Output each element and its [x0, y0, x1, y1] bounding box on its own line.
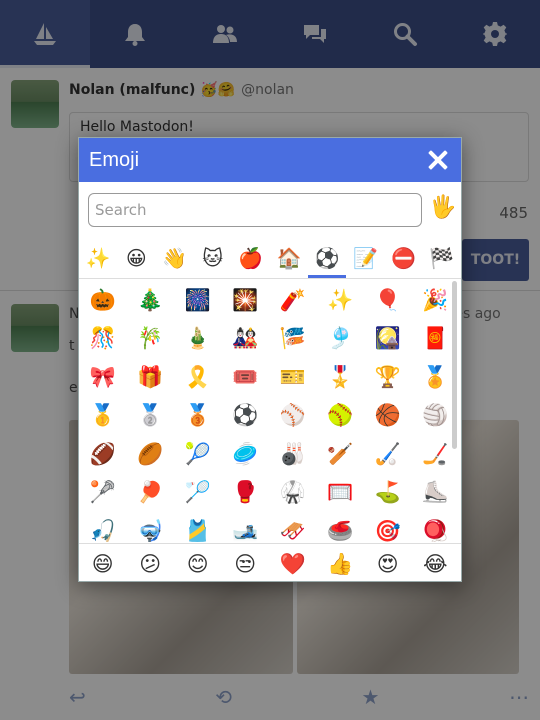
- emoji-button[interactable]: 🎟️: [222, 358, 270, 397]
- emoji-button[interactable]: 🎊: [79, 320, 127, 359]
- emoji-button[interactable]: 🥎: [317, 397, 365, 436]
- emoji-button[interactable]: ⛳: [364, 474, 412, 513]
- emoji-button[interactable]: 🏓: [127, 474, 175, 513]
- emoji-button[interactable]: 🎁: [127, 358, 175, 397]
- emoji-button[interactable]: 🎽: [174, 512, 222, 542]
- emoji-button[interactable]: 🏀: [364, 397, 412, 436]
- emoji-grid: 🎃 🎄 🎆 🎇 🧨 ✨ 🎈 🎉 🎊 🎋 🎍 🎎 🎏 🎐 🎑 🧧 🎀 🎁 🎗️ 🎟️ 🎫 🎖️ 🏆 🏅 🥇 🥈 🥉 ⚽ ⚾ 🥎 🏀 🏐 🏈 🏉 🎾 🥏 🎳…: [79, 279, 461, 542]
- emoji-button[interactable]: 🎐: [317, 320, 365, 359]
- emoji-button[interactable]: 🥋: [269, 474, 317, 513]
- emoji-button[interactable]: 🎎: [222, 320, 270, 359]
- emoji-button[interactable]: 🤿: [127, 512, 175, 542]
- emoji-button[interactable]: 🎃: [79, 281, 127, 320]
- emoji-category-tab[interactable]: ✨: [79, 238, 117, 278]
- emoji-button[interactable]: 🥉: [174, 397, 222, 436]
- emoji-picker-modal: Emoji 🖐️ ✨😀👋🐱🍎🏠⚽📝⛔🏁 🎃🎄🎆🎇🧨✨🎈🎉🎊🎋🎍🎎🎏🎐🎑🧧🎀🎁🎗️…: [78, 137, 462, 582]
- emoji-button[interactable]: 🏑: [364, 435, 412, 474]
- frequent-emoji-button[interactable]: 😂: [412, 544, 460, 584]
- frequent-emoji-button[interactable]: ❤️: [269, 544, 317, 584]
- emoji-button[interactable]: 🎍: [174, 320, 222, 359]
- emoji-button[interactable]: 🏸: [174, 474, 222, 513]
- emoji-button[interactable]: 🏈: [79, 435, 127, 474]
- emoji-button[interactable]: ✨: [317, 281, 365, 320]
- emoji-category-tabs: ✨ 😀 👋 🐱 🍎 🏠 ⚽ 📝 ⛔ 🏁: [79, 238, 461, 279]
- skin-tone-button[interactable]: 🖐️: [429, 195, 456, 220]
- emoji-button[interactable]: 🎯: [364, 512, 412, 542]
- frequent-emoji-button[interactable]: 😍: [364, 544, 412, 584]
- emoji-button[interactable]: ⚾: [269, 397, 317, 436]
- emoji-button[interactable]: 🪀: [412, 512, 460, 542]
- emoji-category-tab[interactable]: 🏁: [423, 238, 461, 278]
- emoji-button[interactable]: 🎫: [269, 358, 317, 397]
- emoji-category-tab[interactable]: 🐱: [194, 238, 232, 278]
- emoji-button[interactable]: 🏏: [317, 435, 365, 474]
- emoji-button[interactable]: 🎑: [364, 320, 412, 359]
- emoji-button[interactable]: 🎗️: [174, 358, 222, 397]
- emoji-button[interactable]: 🎇: [222, 281, 270, 320]
- emoji-button[interactable]: 🥏: [222, 435, 270, 474]
- emoji-category-tab[interactable]: 🍎: [232, 238, 270, 278]
- emoji-button[interactable]: 🎈: [364, 281, 412, 320]
- emoji-button[interactable]: 🎏: [269, 320, 317, 359]
- emoji-button[interactable]: 🥇: [79, 397, 127, 436]
- emoji-button[interactable]: 🎿: [222, 512, 270, 542]
- modal-title: Emoji: [89, 148, 140, 171]
- emoji-button[interactable]: 🎆: [174, 281, 222, 320]
- frequent-emoji-button[interactable]: 😊: [174, 544, 222, 584]
- frequently-used-row: 😄 😕 😊 😒 ❤️ 👍 😍 😂: [79, 543, 461, 584]
- scrollbar[interactable]: [452, 281, 457, 449]
- emoji-category-tab[interactable]: 👋: [155, 238, 193, 278]
- emoji-category-tab[interactable]: 📝: [346, 238, 384, 278]
- emoji-button[interactable]: 🎣: [79, 512, 127, 542]
- emoji-button[interactable]: 🎳: [269, 435, 317, 474]
- emoji-button[interactable]: 🎄: [127, 281, 175, 320]
- emoji-button[interactable]: 🏉: [127, 435, 175, 474]
- emoji-button[interactable]: 🥈: [127, 397, 175, 436]
- emoji-category-tab[interactable]: 😀: [117, 238, 155, 278]
- emoji-button[interactable]: 🛷: [269, 512, 317, 542]
- emoji-button[interactable]: ⛸️: [412, 474, 460, 513]
- frequent-emoji-button[interactable]: 👍: [317, 544, 365, 584]
- emoji-button[interactable]: 🧨: [269, 281, 317, 320]
- frequent-emoji-button[interactable]: 😕: [127, 544, 175, 584]
- frequent-emoji-button[interactable]: 😒: [222, 544, 270, 584]
- emoji-button[interactable]: 🎖️: [317, 358, 365, 397]
- emoji-category-tab[interactable]: 🏠: [270, 238, 308, 278]
- emoji-button[interactable]: 🎋: [127, 320, 175, 359]
- modal-header: Emoji: [79, 138, 461, 182]
- emoji-search-row: 🖐️: [88, 193, 456, 227]
- frequent-emoji-button[interactable]: 😄: [79, 544, 127, 584]
- emoji-search-input[interactable]: [88, 193, 422, 227]
- emoji-category-tab[interactable]: ⚽: [308, 238, 346, 278]
- emoji-button[interactable]: 🎾: [174, 435, 222, 474]
- emoji-button[interactable]: 🥅: [317, 474, 365, 513]
- emoji-button[interactable]: 🥍: [79, 474, 127, 513]
- emoji-button[interactable]: 🎀: [79, 358, 127, 397]
- emoji-category-tab[interactable]: ⛔: [385, 238, 423, 278]
- emoji-button[interactable]: ⚽: [222, 397, 270, 436]
- close-icon[interactable]: [427, 149, 449, 171]
- emoji-button[interactable]: 🥌: [317, 512, 365, 542]
- emoji-button[interactable]: 🥊: [222, 474, 270, 513]
- emoji-button[interactable]: 🏆: [364, 358, 412, 397]
